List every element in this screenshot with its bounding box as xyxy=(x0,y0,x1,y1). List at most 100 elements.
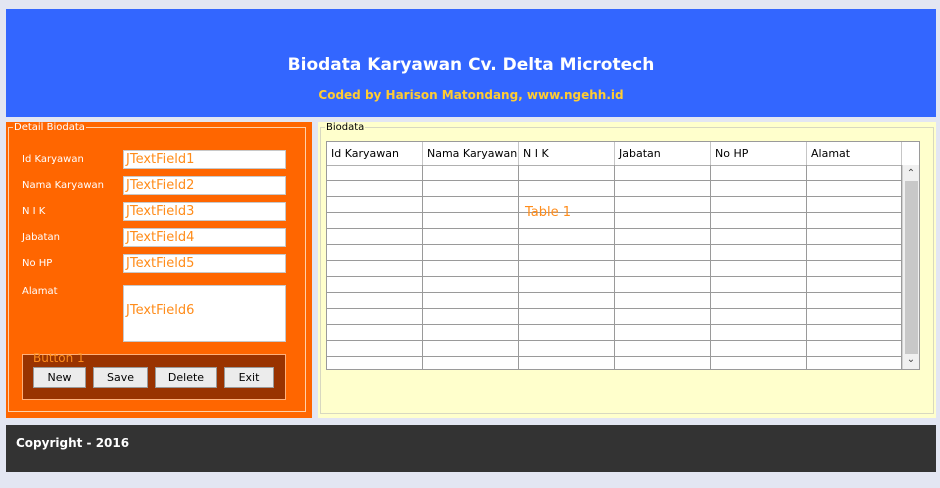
table-cell[interactable] xyxy=(423,213,519,229)
table-cell[interactable] xyxy=(615,213,711,229)
nik-field[interactable]: JTextField3 xyxy=(123,202,286,221)
exit-button[interactable]: Exit xyxy=(224,367,274,388)
table-cell[interactable] xyxy=(807,213,902,229)
table-row[interactable] xyxy=(327,277,902,293)
table-cell[interactable] xyxy=(615,277,711,293)
table-cell[interactable] xyxy=(423,357,519,369)
scroll-up-icon[interactable]: ⌃ xyxy=(903,167,919,181)
table-cell[interactable] xyxy=(711,357,807,369)
table-cell[interactable] xyxy=(519,181,615,197)
table-cell[interactable] xyxy=(711,245,807,261)
table-cell[interactable] xyxy=(807,261,902,277)
no-hp-field[interactable]: JTextField5 xyxy=(123,254,286,273)
table-row[interactable] xyxy=(327,325,902,341)
table-cell[interactable] xyxy=(423,261,519,277)
table-cell[interactable] xyxy=(423,293,519,309)
table-cell[interactable] xyxy=(327,293,423,309)
table-cell[interactable] xyxy=(711,165,807,181)
table-cell[interactable] xyxy=(423,197,519,213)
table-column-header[interactable]: Alamat xyxy=(807,142,902,165)
table-cell[interactable] xyxy=(615,229,711,245)
delete-button[interactable]: Delete xyxy=(155,367,217,388)
table-cell[interactable] xyxy=(519,261,615,277)
table-cell[interactable] xyxy=(327,245,423,261)
table-row[interactable] xyxy=(327,165,902,181)
table-cell[interactable] xyxy=(807,357,902,369)
table-column-header[interactable]: N I K xyxy=(519,142,615,165)
table-cell[interactable] xyxy=(711,197,807,213)
table-cell[interactable] xyxy=(519,357,615,369)
table-row[interactable] xyxy=(327,309,902,325)
table-cell[interactable] xyxy=(327,181,423,197)
table-cell[interactable] xyxy=(327,197,423,213)
table-cell[interactable] xyxy=(519,277,615,293)
table-cell[interactable] xyxy=(711,341,807,357)
table-cell[interactable] xyxy=(327,213,423,229)
table-cell[interactable] xyxy=(807,165,902,181)
table-cell[interactable] xyxy=(327,261,423,277)
table-column-header[interactable]: Nama Karyawan xyxy=(423,142,519,165)
table-row[interactable] xyxy=(327,293,902,309)
table-cell[interactable] xyxy=(519,245,615,261)
table-cell[interactable] xyxy=(327,357,423,369)
table-cell[interactable] xyxy=(519,309,615,325)
alamat-field[interactable]: JTextField6 xyxy=(123,285,286,342)
biodata-table[interactable]: Id Karyawan Nama Karyawan N I K Jabatan No H… xyxy=(326,141,920,370)
table-cell[interactable] xyxy=(327,165,423,181)
table-cell[interactable] xyxy=(711,277,807,293)
table-cell[interactable] xyxy=(327,277,423,293)
table-cell[interactable] xyxy=(711,229,807,245)
table-cell[interactable] xyxy=(615,341,711,357)
table-cell[interactable] xyxy=(711,181,807,197)
scroll-down-icon[interactable]: ⌄ xyxy=(903,353,919,367)
table-cell[interactable] xyxy=(807,277,902,293)
nama-karyawan-field[interactable]: JTextField2 xyxy=(123,176,286,195)
table-cell[interactable] xyxy=(519,229,615,245)
table-cell[interactable] xyxy=(615,181,711,197)
table-cell[interactable] xyxy=(807,325,902,341)
scroll-thumb[interactable] xyxy=(905,181,918,354)
table-cell[interactable] xyxy=(615,245,711,261)
new-button[interactable]: New xyxy=(33,367,86,388)
table-cell[interactable] xyxy=(519,325,615,341)
table-cell[interactable] xyxy=(711,261,807,277)
table-cell[interactable] xyxy=(615,293,711,309)
table-column-header[interactable]: No HP xyxy=(711,142,807,165)
table-cell[interactable] xyxy=(615,197,711,213)
table-row[interactable] xyxy=(327,341,902,357)
table-cell[interactable] xyxy=(615,165,711,181)
table-cell[interactable] xyxy=(807,293,902,309)
table-column-header[interactable]: Id Karyawan xyxy=(327,142,423,165)
table-cell[interactable] xyxy=(807,309,902,325)
table-row[interactable] xyxy=(327,229,902,245)
id-karyawan-field[interactable]: JTextField1 xyxy=(123,150,286,169)
table-cell[interactable] xyxy=(711,309,807,325)
table-cell[interactable] xyxy=(807,229,902,245)
jabatan-field[interactable]: JTextField4 xyxy=(123,228,286,247)
table-cell[interactable] xyxy=(711,293,807,309)
table-cell[interactable] xyxy=(327,309,423,325)
table-cell[interactable] xyxy=(423,325,519,341)
vertical-scrollbar[interactable]: ⌃ ⌄ xyxy=(902,165,919,369)
table-cell[interactable] xyxy=(519,341,615,357)
table-cell[interactable] xyxy=(807,245,902,261)
table-cell[interactable] xyxy=(423,309,519,325)
table-cell[interactable] xyxy=(807,197,902,213)
table-row[interactable] xyxy=(327,261,902,277)
table-row[interactable] xyxy=(327,357,902,369)
table-cell[interactable] xyxy=(807,181,902,197)
table-row[interactable] xyxy=(327,213,902,229)
table-cell[interactable] xyxy=(423,229,519,245)
table-cell[interactable] xyxy=(519,165,615,181)
table-cell[interactable] xyxy=(327,325,423,341)
save-button[interactable]: Save xyxy=(93,367,148,388)
table-cell[interactable] xyxy=(711,325,807,341)
table-cell[interactable] xyxy=(423,181,519,197)
table-cell[interactable] xyxy=(615,357,711,369)
table-row[interactable] xyxy=(327,197,902,213)
table-cell[interactable] xyxy=(615,325,711,341)
table-cell[interactable] xyxy=(807,341,902,357)
table-cell[interactable] xyxy=(519,293,615,309)
table-cell[interactable] xyxy=(423,277,519,293)
table-cell[interactable] xyxy=(423,165,519,181)
